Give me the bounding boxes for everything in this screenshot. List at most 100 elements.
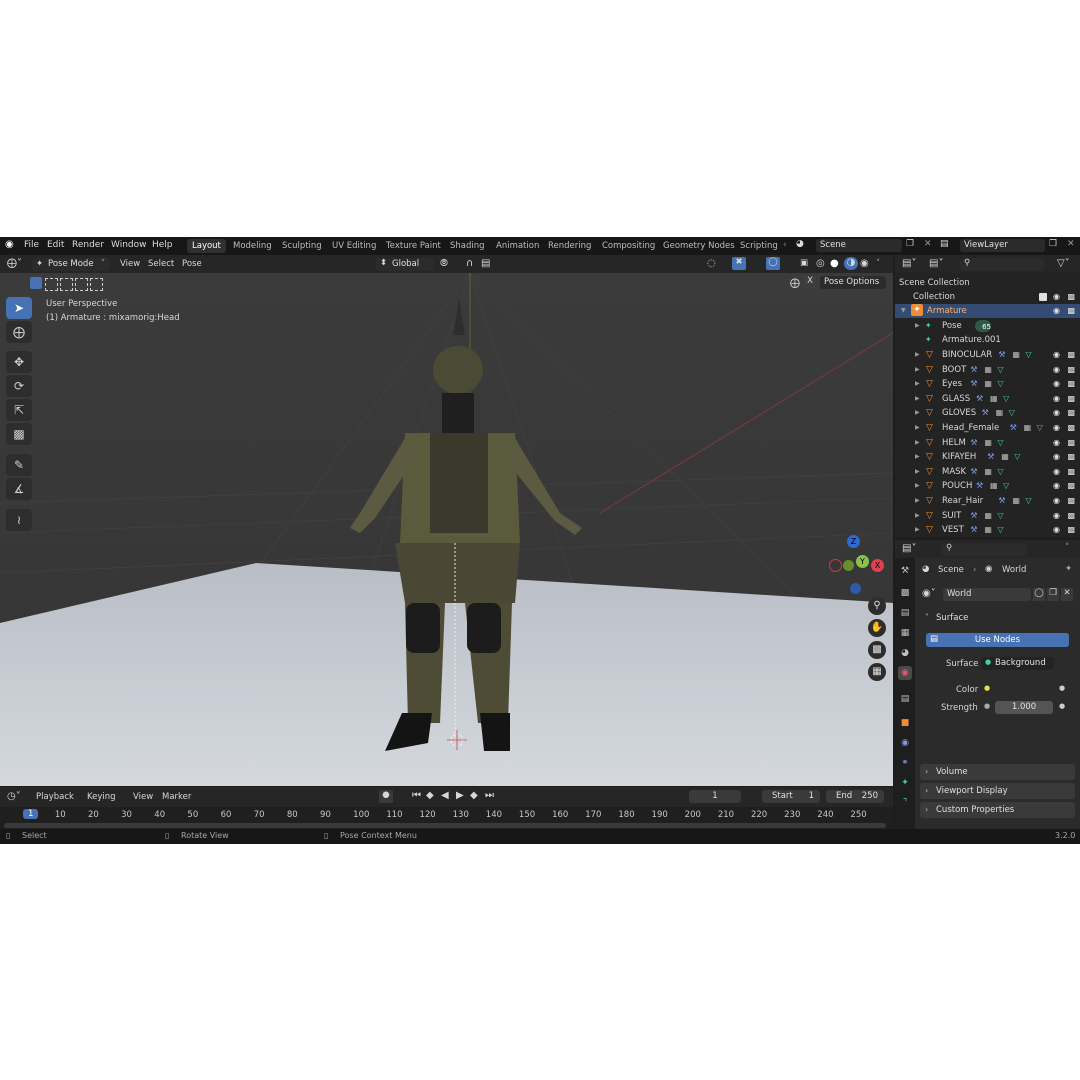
vertex-groups-icon[interactable]: ▦ bbox=[984, 363, 992, 377]
duplicate-world-icon[interactable]: ❐ bbox=[1047, 588, 1059, 601]
overlay-toggle-icon[interactable]: ◯ bbox=[766, 257, 780, 270]
rotate-tool[interactable]: ⟳ bbox=[6, 375, 32, 397]
shading-material-icon[interactable]: ◑ bbox=[844, 257, 858, 270]
menu-render[interactable]: Render bbox=[72, 240, 104, 250]
outliner-object-row[interactable]: ▶ ▽ GLASS ⚒ ▦ ▽ ◉ ▩ bbox=[895, 392, 1080, 406]
properties-search-input[interactable] bbox=[942, 543, 1026, 556]
visibility-eye-icon[interactable]: ◉ bbox=[1053, 465, 1060, 479]
expand-arrow-icon[interactable]: ▶ bbox=[915, 436, 920, 450]
vertex-groups-icon[interactable]: ▦ bbox=[984, 436, 992, 450]
mesh-data-icon[interactable]: ▽ bbox=[1025, 494, 1031, 508]
gizmo-x-axis[interactable]: X bbox=[871, 559, 884, 572]
tab-scripting[interactable]: Scripting bbox=[735, 239, 783, 253]
mesh-data-icon[interactable]: ▽ bbox=[997, 465, 1003, 479]
new-scene-icon[interactable]: ❐ bbox=[906, 239, 914, 249]
pan-hand-icon[interactable]: ✋ bbox=[868, 619, 886, 637]
modifier-wrench-icon[interactable]: ⚒ bbox=[1010, 421, 1017, 435]
mesh-data-icon[interactable]: ▽ bbox=[997, 363, 1003, 377]
mode-selector[interactable]: Pose Mode bbox=[32, 258, 110, 271]
armature-data-tab-icon[interactable]: ✦ bbox=[898, 776, 912, 790]
color-socket-icon[interactable]: ● bbox=[984, 684, 990, 692]
vertex-groups-icon[interactable]: ▦ bbox=[984, 509, 992, 523]
visibility-eye-icon[interactable]: ◉ bbox=[1053, 509, 1060, 523]
mesh-data-icon[interactable]: ▽ bbox=[997, 436, 1003, 450]
tab-texture-paint[interactable]: Texture Paint bbox=[381, 239, 446, 253]
visibility-eye-icon[interactable]: ◉ bbox=[1053, 377, 1060, 391]
modifier-wrench-icon[interactable]: ⚒ bbox=[970, 523, 977, 537]
mesh-data-icon[interactable]: ▽ bbox=[1003, 479, 1009, 493]
tool-tab-icon[interactable]: ⚒ bbox=[898, 564, 912, 578]
modifier-wrench-icon[interactable]: ⚒ bbox=[998, 348, 1005, 362]
vertex-groups-icon[interactable]: ▦ bbox=[1012, 494, 1020, 508]
modifier-wrench-icon[interactable]: ⚒ bbox=[987, 450, 994, 464]
shading-solid-icon[interactable]: ● bbox=[830, 258, 839, 269]
outliner-collection[interactable]: Collection ◉ ▩ bbox=[895, 290, 1080, 304]
pivot-icon[interactable]: ⦾ bbox=[440, 258, 448, 269]
tab-geometry-nodes[interactable]: Geometry Nodes bbox=[658, 239, 740, 253]
outliner-object-row[interactable]: ▶ ▽ Eyes ⚒ ▦ ▽ ◉ ▩ bbox=[895, 377, 1080, 391]
mesh-data-icon[interactable]: ▽ bbox=[1014, 450, 1020, 464]
start-frame-field[interactable]: Start 1 bbox=[762, 790, 820, 803]
scene-tab-icon[interactable]: ◕ bbox=[898, 646, 912, 660]
3d-viewport[interactable]: User Perspective (1) Armature : mixamori… bbox=[0, 273, 893, 786]
mesh-data-icon[interactable]: ▽ bbox=[1003, 392, 1009, 406]
expand-arrow-icon[interactable]: ▶ bbox=[915, 523, 920, 537]
visibility-eye-icon[interactable]: ◉ bbox=[1053, 392, 1060, 406]
outliner-object-row[interactable]: ▶ ▽ HELM ⚒ ▦ ▽ ◉ ▩ bbox=[895, 436, 1080, 450]
render-camera-icon[interactable]: ▩ bbox=[1067, 479, 1075, 493]
viewport-menu-select[interactable]: Select bbox=[148, 259, 174, 269]
vertex-groups-icon[interactable]: ▦ bbox=[1024, 421, 1032, 435]
outliner-armature-data[interactable]: ✦ Armature.001 bbox=[895, 333, 1080, 347]
delete-scene-icon[interactable]: ✕ bbox=[924, 239, 932, 249]
snap-magnet-icon[interactable]: ∩ bbox=[466, 258, 473, 269]
gizmo-toggle-icon[interactable]: ✖ bbox=[732, 257, 746, 270]
timeline-menu-view[interactable]: View bbox=[133, 792, 153, 802]
outliner-object-row[interactable]: ▶ ▽ KIFAYEH ⚒ ▦ ▽ ◉ ▩ bbox=[895, 450, 1080, 464]
bone-tab-icon[interactable]: ⌝ bbox=[898, 796, 912, 810]
render-camera-icon[interactable]: ▩ bbox=[1067, 377, 1075, 391]
xray-icon[interactable]: ▣ bbox=[800, 258, 808, 268]
jump-end-icon[interactable]: ⏭ bbox=[485, 790, 494, 801]
modifier-wrench-icon[interactable]: ⚒ bbox=[970, 436, 977, 450]
tab-modeling[interactable]: Modeling bbox=[228, 239, 277, 253]
strength-keyframe-icon[interactable]: ● bbox=[1059, 702, 1065, 710]
vertex-groups-icon[interactable]: ▦ bbox=[1012, 348, 1020, 362]
visibility-eye-icon[interactable]: ◉ bbox=[1053, 406, 1060, 420]
outliner-pose[interactable]: ▶ ✦ Pose 65 bbox=[895, 319, 1080, 333]
display-mode-icon[interactable]: ▤˅ bbox=[929, 258, 943, 269]
modifier-wrench-icon[interactable]: ⚒ bbox=[970, 509, 977, 523]
end-frame-field[interactable]: End 250 bbox=[826, 790, 884, 803]
outliner-object-row[interactable]: ▶ ▽ POUCH ⚒ ▦ ▽ ◉ ▩ bbox=[895, 479, 1080, 493]
outliner-object-row[interactable]: ▶ ▽ Rear_Hair ⚒ ▦ ▽ ◉ ▩ bbox=[895, 494, 1080, 508]
render-camera-icon[interactable]: ▩ bbox=[1067, 363, 1075, 377]
collection-visibility-icon[interactable]: ◉ bbox=[1053, 290, 1060, 304]
tab-compositing[interactable]: Compositing bbox=[597, 239, 660, 253]
surface-panel-header[interactable]: ˅ Surface bbox=[920, 610, 1075, 626]
delete-view-layer-icon[interactable]: ✕ bbox=[1067, 239, 1075, 249]
visibility-eye-icon[interactable]: ◉ bbox=[1053, 363, 1060, 377]
gizmo-y-axis[interactable]: Y bbox=[856, 555, 869, 568]
render-camera-icon[interactable]: ▩ bbox=[1067, 465, 1075, 479]
modifier-wrench-icon[interactable]: ⚒ bbox=[976, 479, 983, 493]
record-icon[interactable]: ● bbox=[379, 790, 393, 803]
visibility-eye-icon[interactable]: ◉ bbox=[1053, 348, 1060, 362]
mesh-data-icon[interactable]: ▽ bbox=[1037, 421, 1043, 435]
outliner-object-row[interactable]: ▶ ▽ SUIT ⚒ ▦ ▽ ◉ ▩ bbox=[895, 509, 1080, 523]
mesh-data-icon[interactable]: ▽ bbox=[997, 509, 1003, 523]
expand-arrow-icon[interactable]: ▶ bbox=[915, 509, 920, 523]
vertex-groups-icon[interactable]: ▦ bbox=[990, 392, 998, 406]
fake-user-shield-icon[interactable]: ◯ bbox=[1033, 588, 1045, 601]
render-camera-icon[interactable]: ▩ bbox=[1067, 450, 1075, 464]
new-view-layer-icon[interactable]: ❐ bbox=[1049, 239, 1057, 249]
render-camera-icon[interactable]: ▩ bbox=[1067, 509, 1075, 523]
view-layer-icon[interactable]: ▤ bbox=[940, 239, 949, 249]
gizmo-z-axis[interactable]: Z bbox=[847, 535, 860, 548]
timeline-menu-keying[interactable]: Keying bbox=[87, 792, 116, 802]
shading-rendered-icon[interactable]: ◉ bbox=[860, 258, 869, 269]
x-mirror-toggle[interactable]: X bbox=[804, 276, 816, 289]
mesh-data-icon[interactable]: ▽ bbox=[1009, 406, 1015, 420]
tab-sculpting[interactable]: Sculpting bbox=[277, 239, 327, 253]
pin-icon[interactable]: ✦ bbox=[1065, 564, 1072, 574]
outliner-object-row[interactable]: ▶ ▽ VEST ⚒ ▦ ▽ ◉ ▩ bbox=[895, 523, 1080, 537]
viewport-menu-pose[interactable]: Pose bbox=[182, 259, 202, 269]
